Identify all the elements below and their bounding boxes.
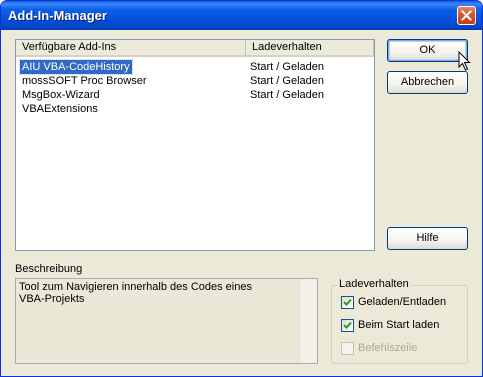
list-item[interactable]: VBAExtensions — [16, 102, 374, 116]
checkmark-icon — [343, 298, 352, 306]
list-item[interactable]: mossSOFT Proc Browser Start / Geladen — [16, 74, 374, 88]
mouse-cursor-icon — [458, 51, 471, 71]
ok-button[interactable]: OK — [387, 39, 468, 62]
list-item[interactable]: AIU VBA-CodeHistory Start / Geladen — [16, 59, 374, 75]
add-in-name: VBAExtensions — [22, 103, 98, 115]
description-text: Tool zum Navigieren innerhalb des Codes … — [19, 281, 252, 305]
column-header-available-add-ins[interactable]: Verfügbare Add-Ins — [16, 40, 246, 57]
loaded-checkbox[interactable] — [341, 296, 354, 309]
add-in-load-behavior: Start / Geladen — [250, 89, 324, 101]
add-in-load-behavior: Start / Geladen — [250, 61, 324, 73]
list-item[interactable]: MsgBox-Wizard Start / Geladen — [16, 88, 374, 102]
window-title: Add-In-Manager — [8, 8, 107, 23]
description-scrollbar — [299, 279, 317, 363]
command-line-checkbox-label: Befehlszeile — [358, 342, 418, 354]
startup-checkbox-label[interactable]: Beim Start laden — [358, 319, 439, 331]
startup-checkbox[interactable] — [341, 319, 354, 332]
add-in-load-behavior: Start / Geladen — [250, 75, 324, 87]
close-icon — [461, 10, 472, 21]
add-ins-list[interactable]: Verfügbare Add-Ins Ladeverhalten AIU VBA… — [15, 39, 375, 251]
command-line-checkbox[interactable] — [341, 342, 354, 355]
list-header: Verfügbare Add-Ins Ladeverhalten — [16, 40, 374, 57]
close-button[interactable] — [457, 6, 476, 25]
description-label: Beschreibung — [15, 263, 83, 275]
loaded-checkbox-label[interactable]: Geladen/Entladen — [358, 296, 446, 308]
add-in-name: AIU VBA-CodeHistory — [19, 59, 133, 75]
add-in-name: MsgBox-Wizard — [22, 89, 100, 101]
help-button[interactable]: Hilfe — [387, 227, 468, 250]
add-in-name: mossSOFT Proc Browser — [22, 75, 147, 87]
load-behavior-group-title: Ladeverhalten — [337, 278, 411, 290]
checkmark-icon — [343, 321, 352, 329]
add-in-manager-dialog: Add-In-Manager Verfügbare Add-Ins Ladeve… — [0, 0, 483, 377]
description-box: Tool zum Navigieren innerhalb des Codes … — [15, 278, 318, 364]
title-bar[interactable]: Add-In-Manager — [1, 1, 482, 30]
cancel-button[interactable]: Abbrechen — [387, 71, 468, 94]
column-header-load-behavior[interactable]: Ladeverhalten — [246, 40, 374, 57]
